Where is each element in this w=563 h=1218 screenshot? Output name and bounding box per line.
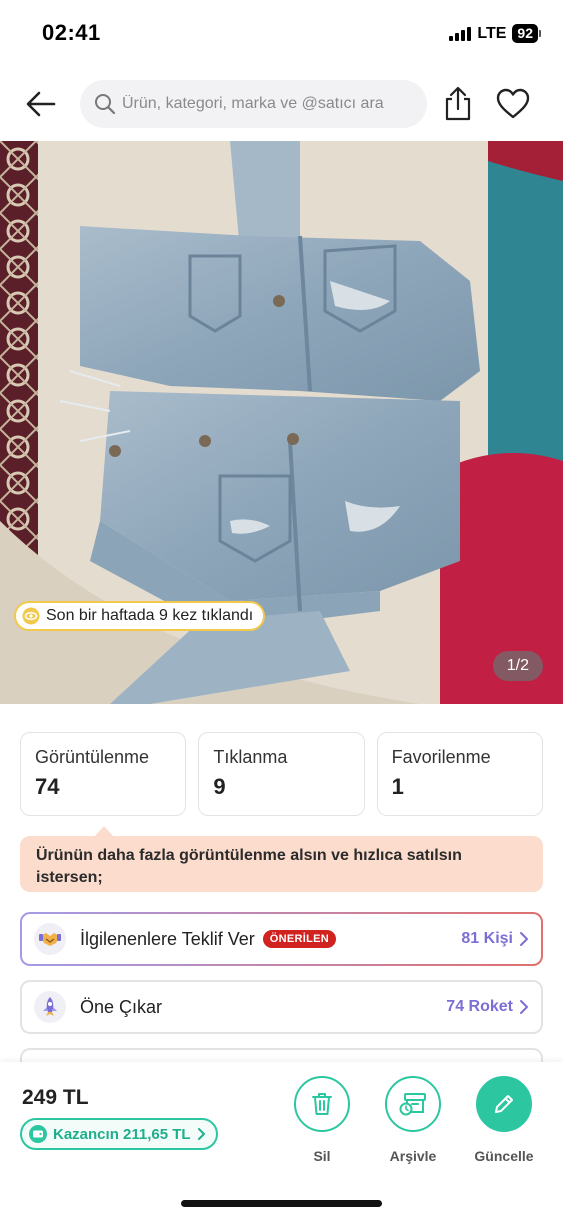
stat-value: 74	[35, 774, 60, 799]
delete-button-label: Sil	[313, 1148, 331, 1164]
update-button[interactable]: Güncelle	[464, 1076, 544, 1164]
chevron-right-icon	[197, 1128, 205, 1140]
search-icon	[95, 94, 116, 115]
stat-clicks: Tıklanma 9	[198, 732, 365, 816]
offer-count-text: 81 Kişi	[461, 930, 513, 947]
product-stats: Görüntülenme 74 Tıklanma 9 Favorilenme 1	[20, 732, 543, 816]
boost-row-label: Öne Çıkar	[80, 996, 163, 1017]
stat-label: Tıklanma	[213, 747, 288, 767]
archive-button-circle[interactable]	[385, 1076, 441, 1132]
handshake-icon	[34, 923, 66, 955]
boost-row[interactable]: Öne Çıkar 74 Roket	[20, 980, 543, 1034]
search-input[interactable]	[122, 95, 412, 113]
status-bar: 02:41 LTE 92	[0, 0, 563, 66]
bottom-action-bar: 249 TL Kazancın 211,65 TL Sil Arşivle Gü…	[0, 1062, 563, 1218]
wallet-icon	[29, 1125, 47, 1143]
offer-to-interested-row[interactable]: İlgilenenlere Teklif Ver ÖNERİLEN 81 Kiş…	[20, 912, 543, 966]
rocket-icon	[34, 991, 66, 1023]
stat-label: Görüntülenme	[35, 747, 150, 767]
stat-value: 1	[391, 774, 404, 799]
signal-icon	[449, 26, 472, 41]
trash-icon	[312, 1093, 332, 1115]
chevron-right-icon	[520, 1000, 528, 1014]
update-button-label: Güncelle	[474, 1148, 534, 1164]
photo-page-indicator: 1/2	[492, 651, 543, 681]
offer-row-count: 81 Kişi	[461, 930, 529, 948]
pencil-icon	[495, 1095, 513, 1113]
eye-icon	[22, 607, 40, 625]
arrow-left-icon[interactable]	[24, 88, 58, 120]
offer-row-label: İlgilenenlere Teklif Ver	[80, 928, 255, 949]
heart-icon[interactable]	[496, 88, 530, 120]
network-label: LTE	[477, 24, 507, 42]
battery-icon: 92	[512, 24, 541, 43]
promotion-tip: Ürünün daha fazla görüntülenme alsın ve …	[20, 836, 543, 892]
delete-button-circle[interactable]	[294, 1076, 350, 1132]
click-count-badge: Son bir haftada 9 kez tıklandı	[14, 601, 266, 631]
boost-count-text: 74 Roket	[446, 998, 513, 1015]
top-navigation	[0, 72, 563, 136]
archive-button[interactable]: Arşivle	[373, 1076, 453, 1164]
status-time: 02:41	[42, 20, 101, 45]
status-indicators: LTE 92	[449, 24, 541, 43]
product-price: 249 TL	[22, 1086, 89, 1109]
click-badge-text: Son bir haftada 9 kez tıklandı	[46, 607, 254, 624]
archive-button-label: Arşivle	[389, 1148, 437, 1164]
share-icon[interactable]	[443, 86, 473, 122]
update-button-circle[interactable]	[476, 1076, 532, 1132]
recommended-badge: ÖNERİLEN	[262, 930, 337, 948]
stat-views: Görüntülenme 74	[20, 732, 187, 816]
stat-value: 9	[213, 774, 226, 799]
home-indicator	[181, 1200, 382, 1207]
search-bar[interactable]	[80, 80, 427, 128]
archive-icon	[399, 1093, 426, 1116]
delete-button[interactable]: Sil	[282, 1076, 362, 1164]
earnings-pill[interactable]: Kazancın 211,65 TL	[20, 1118, 218, 1150]
chevron-right-icon	[520, 932, 528, 946]
stat-label: Favorilenme	[391, 747, 491, 767]
stat-favorites: Favorilenme 1	[376, 732, 543, 816]
boost-row-count: 74 Roket	[446, 998, 529, 1016]
product-photo[interactable]: Son bir haftada 9 kez tıklandı 1/2	[0, 141, 563, 704]
earnings-text: Kazancın 211,65 TL	[53, 1125, 191, 1143]
battery-level: 92	[512, 24, 538, 43]
